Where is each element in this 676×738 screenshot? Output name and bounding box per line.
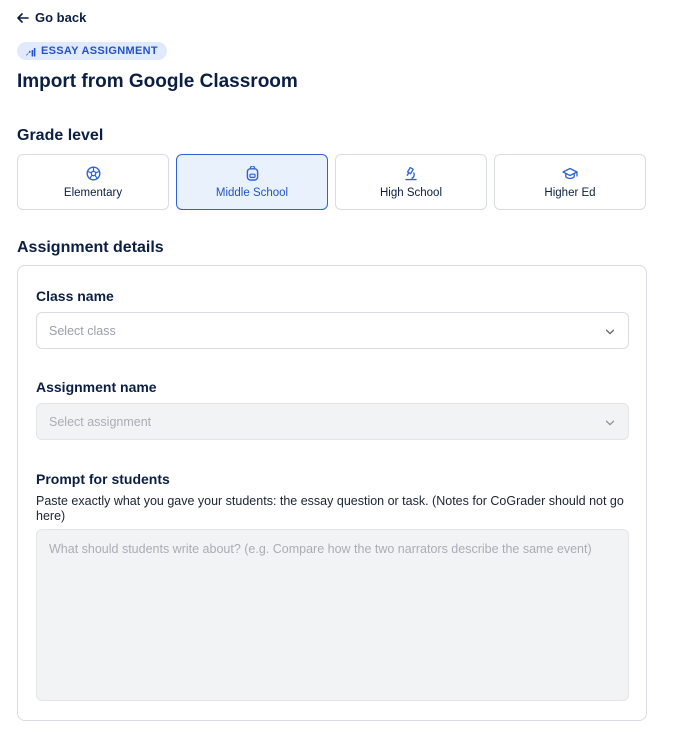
chevron-down-icon — [605, 417, 615, 431]
assignment-type-badge: ESSAY ASSIGNMENT — [17, 42, 167, 60]
grade-option-higher-ed[interactable]: Higher Ed — [494, 154, 646, 210]
assignment-details-card: Class name Select class Assignment name … — [17, 265, 647, 721]
assignment-name-label: Assignment name — [36, 379, 157, 395]
go-back-label: Go back — [35, 10, 87, 25]
grade-option-elementary[interactable]: Elementary — [17, 154, 169, 210]
prompt-textarea[interactable] — [36, 529, 629, 701]
import-page: Go back ESSAY ASSIGNMENT Import from Goo… — [0, 0, 676, 738]
page-title: Import from Google Classroom — [17, 71, 298, 92]
graduation-cap-icon — [562, 165, 578, 181]
arrow-left-icon — [17, 11, 29, 25]
assignment-select-placeholder: Select assignment — [49, 414, 152, 429]
microscope-icon — [404, 165, 418, 181]
grade-option-high-school[interactable]: High School — [335, 154, 487, 210]
essay-icon — [25, 46, 36, 57]
grade-option-label: Elementary — [63, 187, 123, 199]
grade-option-label: Higher Ed — [544, 187, 596, 199]
grade-option-middle-school[interactable]: Middle School — [176, 154, 328, 210]
grade-level-title: Grade level — [17, 127, 104, 144]
prompt-label: Prompt for students — [36, 471, 170, 487]
grade-option-label: Middle School — [215, 187, 289, 199]
chevron-down-icon — [605, 326, 615, 340]
assignment-details-title: Assignment details — [17, 239, 164, 256]
grade-level-options: Elementary Middle School High School Hig… — [17, 154, 647, 210]
class-name-label: Class name — [36, 288, 114, 304]
class-select-placeholder: Select class — [49, 323, 116, 338]
elementary-icon — [85, 165, 101, 181]
backpack-icon — [246, 165, 259, 181]
badge-label: ESSAY ASSIGNMENT — [41, 45, 158, 57]
grade-option-label: High School — [379, 187, 442, 199]
class-select[interactable]: Select class — [36, 312, 629, 349]
go-back-link[interactable]: Go back — [17, 10, 86, 25]
prompt-helper-text: Paste exactly what you gave your student… — [36, 494, 624, 523]
assignment-select[interactable]: Select assignment — [36, 403, 629, 440]
